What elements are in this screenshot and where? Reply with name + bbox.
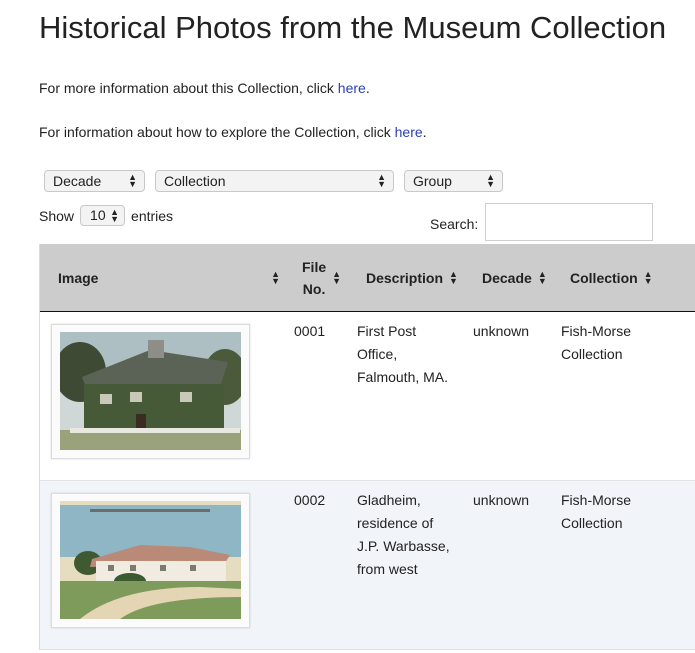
show-label: Show <box>39 207 75 224</box>
description-cell: First Post Office, Falmouth, MA. <box>357 320 448 389</box>
info-text: For more information about this Collecti… <box>39 80 338 96</box>
sort-both-icon: ▲ ▼ <box>271 268 280 286</box>
table-row: 0002 Gladheim, residence of J.P. Warbass… <box>40 481 695 650</box>
postcard-image <box>60 332 241 450</box>
description-line: First Post <box>357 323 417 339</box>
info-line-collection: For more information about this Collecti… <box>39 80 370 96</box>
page-length-control: Show 10 ▲ ▼ entries <box>39 205 173 226</box>
search-input[interactable] <box>485 203 653 241</box>
table-row: 0001 First Post Office, Falmouth, MA. un… <box>40 312 695 481</box>
table-header-row: Image ▲ ▼ File No. ▲ ▼ Description ▲ ▼ Deca… <box>40 244 695 312</box>
sort-both-icon: ▲ ▼ <box>537 268 547 286</box>
sort-both-icon: ▲ ▼ <box>332 268 342 286</box>
info-text: For information about how to explore the… <box>39 124 395 140</box>
decade-filter-label: Decade <box>53 173 102 189</box>
group-filter-select[interactable]: Group ▲ ▼ <box>404 170 503 192</box>
photo-thumbnail-gladheim[interactable] <box>51 493 250 628</box>
col-header-label-line: No. <box>302 280 326 297</box>
collection-cell: Fish-Morse Collection <box>561 320 631 366</box>
description-line: J.P. Warbasse, <box>357 538 450 554</box>
col-header-label: Image <box>58 269 99 286</box>
page-length-value: 10 <box>90 207 106 223</box>
page-title: Historical Photos from the Museum Collec… <box>39 10 667 45</box>
decade-filter-select[interactable]: Decade ▲ ▼ <box>44 170 145 192</box>
sort-both-icon: ▲ ▼ <box>643 268 653 286</box>
col-header-label: Collection <box>570 269 638 286</box>
select-arrows-icon: ▲ ▼ <box>128 172 137 189</box>
description-cell: Gladheim, residence of J.P. Warbasse, fr… <box>357 489 450 581</box>
explore-info-link[interactable]: here <box>395 124 423 140</box>
collection-line: Collection <box>561 515 623 531</box>
collection-cell: Fish-Morse Collection <box>561 489 631 535</box>
description-line: Gladheim, <box>357 492 421 508</box>
entries-label: entries <box>131 207 174 224</box>
collection-line: Fish-Morse <box>561 323 632 339</box>
file-no-cell: 0001 <box>294 323 326 339</box>
collection-line: Collection <box>561 346 623 362</box>
info-period: . <box>365 80 370 96</box>
search-label: Search: <box>430 216 479 232</box>
description-line: Falmouth, MA. <box>357 369 449 385</box>
collection-filter-label: Collection <box>164 173 226 189</box>
col-header-label-line: File <box>302 258 327 275</box>
photo-thumbnail-first-post-office[interactable] <box>51 324 250 459</box>
photos-table: Image ▲ ▼ File No. ▲ ▼ Description ▲ ▼ Deca… <box>39 244 695 650</box>
info-line-explore: For information about how to explore the… <box>39 124 427 140</box>
decade-cell: unknown <box>473 492 530 508</box>
col-header-image[interactable]: Image ▲ ▼ <box>58 244 280 311</box>
select-arrows-icon: ▲ ▼ <box>377 172 386 189</box>
page-length-select[interactable]: 10 ▲ ▼ <box>80 205 126 226</box>
col-header-collection[interactable]: Collection ▲ ▼ <box>570 244 653 311</box>
collection-info-link[interactable]: here <box>338 80 366 96</box>
description-line: Office, <box>357 346 398 362</box>
group-filter-label: Group <box>413 173 452 189</box>
col-header-description[interactable]: Description ▲ ▼ <box>366 244 458 311</box>
decade-cell: unknown <box>473 323 530 339</box>
select-arrows-icon: ▲ ▼ <box>110 207 120 224</box>
select-arrows-icon: ▲ ▼ <box>486 172 495 189</box>
col-header-file-no[interactable]: File No. ▲ ▼ <box>302 244 341 311</box>
col-header-label: Decade <box>482 269 532 286</box>
info-period: . <box>422 124 427 140</box>
collection-filter-select[interactable]: Collection ▲ ▼ <box>155 170 394 192</box>
col-header-label: Description <box>366 269 444 286</box>
collection-line: Fish-Morse <box>561 492 632 508</box>
file-no-cell: 0002 <box>294 492 326 508</box>
col-header-label: File No. <box>302 256 326 300</box>
col-header-decade[interactable]: Decade ▲ ▼ <box>482 244 547 311</box>
description-line: from west <box>357 561 418 577</box>
sort-both-icon: ▲ ▼ <box>449 268 458 286</box>
description-line: residence of <box>357 515 434 531</box>
postcard-image <box>60 501 241 619</box>
